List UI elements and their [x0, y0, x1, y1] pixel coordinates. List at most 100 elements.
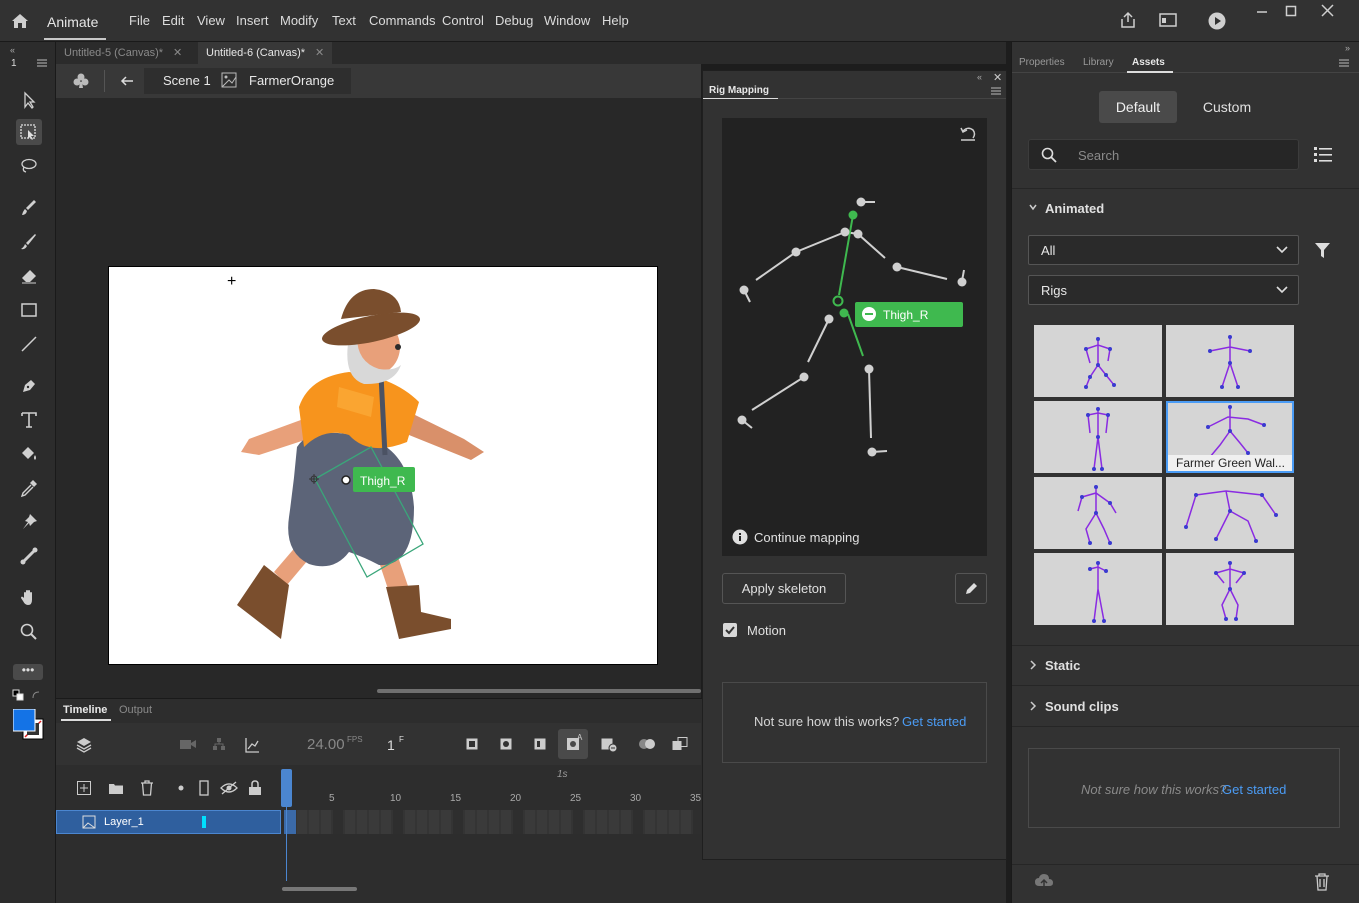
scene-name[interactable]: Scene 1: [163, 73, 211, 88]
frame-grid[interactable]: [284, 810, 701, 834]
lasso-tool-icon[interactable]: [16, 153, 42, 179]
delete-layer-icon[interactable]: [140, 780, 154, 796]
menu-control[interactable]: Control: [442, 13, 484, 28]
minimize-icon[interactable]: [1256, 6, 1268, 18]
rig-thumbnail[interactable]: [1166, 325, 1294, 397]
insert-blank-keyframe-icon[interactable]: [500, 738, 512, 750]
skeleton-preview[interactable]: Thigh_R Continue mapping: [722, 118, 987, 556]
list-view-icon[interactable]: [1314, 146, 1332, 162]
menu-modify[interactable]: Modify: [280, 13, 318, 28]
pen-tool-icon[interactable]: [16, 373, 42, 399]
assets-get-started-link[interactable]: Get started: [1222, 782, 1286, 797]
cloud-upload-icon[interactable]: [1034, 873, 1054, 889]
line-tool-icon[interactable]: [16, 331, 42, 357]
custom-mode-button[interactable]: Custom: [1188, 91, 1266, 123]
toolbar-column-icon[interactable]: 1: [11, 58, 17, 69]
new-layer-icon[interactable]: [77, 781, 91, 795]
apply-skeleton-button[interactable]: Apply skeleton: [722, 573, 846, 604]
rig-thumbnail[interactable]: [1034, 401, 1162, 473]
menu-view[interactable]: View: [197, 13, 225, 28]
delete-asset-icon[interactable]: [1314, 873, 1330, 891]
share-icon[interactable]: [1119, 11, 1137, 29]
scene-clubs-icon[interactable]: [72, 72, 90, 90]
graph-icon[interactable]: [244, 737, 260, 753]
stage[interactable]: + Thigh_R: [108, 266, 658, 665]
skeleton-diagram[interactable]: [722, 118, 987, 556]
hide-layer-icon[interactable]: [220, 781, 238, 795]
menu-insert[interactable]: Insert: [236, 13, 269, 28]
layer-name[interactable]: Layer_1: [104, 816, 144, 828]
collapse-right-panel-icon[interactable]: »: [1345, 43, 1350, 53]
rig-thumbnail[interactable]: [1166, 553, 1294, 625]
doc-tab-untitled-5[interactable]: Untitled-5 (Canvas)* ✕: [56, 42, 190, 64]
paint-bucket-tool-icon[interactable]: [16, 441, 42, 467]
onion-skin-icon[interactable]: [638, 738, 656, 750]
layers-icon[interactable]: [76, 737, 92, 753]
rig-thumbnail[interactable]: [1034, 553, 1162, 625]
layer-color-swatch[interactable]: [202, 816, 206, 828]
sound-clips-section-label[interactable]: Sound clips: [1045, 699, 1119, 714]
right-panel-menu-icon[interactable]: [1339, 59, 1349, 67]
rectangle-tool-icon[interactable]: [16, 297, 42, 323]
text-tool-icon[interactable]: [16, 407, 42, 433]
rig-thumbnail[interactable]: [1166, 477, 1294, 549]
default-colors-icon[interactable]: [12, 689, 24, 701]
tab-timeline[interactable]: Timeline: [63, 704, 107, 716]
rig-mapping-title[interactable]: Rig Mapping: [709, 85, 769, 96]
doc-tab-untitled-6[interactable]: Untitled-6 (Canvas)* ✕: [198, 42, 333, 64]
close-window-icon[interactable]: [1321, 4, 1334, 17]
menu-file[interactable]: File: [129, 13, 150, 28]
layer-row[interactable]: Layer_1: [56, 810, 281, 834]
tab-assets[interactable]: Assets: [1132, 57, 1165, 68]
edit-multiple-frames-icon[interactable]: [672, 737, 688, 751]
fps-value[interactable]: 24.00: [307, 736, 345, 753]
rig-thumbnail-selected[interactable]: Farmer Green Wal...: [1166, 401, 1294, 473]
more-tools-button[interactable]: •••: [13, 664, 43, 680]
insert-keyframe-icon[interactable]: [466, 738, 478, 750]
close-tab-icon[interactable]: ✕: [315, 47, 324, 59]
menu-debug[interactable]: Debug: [495, 13, 533, 28]
test-movie-window-icon[interactable]: [1159, 13, 1177, 27]
tab-properties[interactable]: Properties: [1019, 57, 1065, 68]
camera-icon[interactable]: [179, 738, 197, 750]
category-dropdown[interactable]: All: [1028, 235, 1299, 265]
chevron-right-icon[interactable]: [1029, 701, 1037, 711]
menu-commands[interactable]: Commands: [369, 13, 435, 28]
type-dropdown[interactable]: Rigs: [1028, 275, 1299, 305]
playhead-handle[interactable]: [281, 769, 292, 807]
fill-stroke-color-swatch[interactable]: [13, 709, 45, 741]
close-tab-icon[interactable]: ✕: [173, 47, 182, 59]
asset-warp-tool-icon[interactable]: [16, 509, 42, 535]
chevron-down-icon[interactable]: [1028, 202, 1038, 212]
animated-section-label[interactable]: Animated: [1045, 201, 1104, 216]
symbol-name[interactable]: FarmerOrange: [249, 73, 334, 88]
lock-layer-icon[interactable]: [248, 780, 262, 796]
eraser-tool-icon[interactable]: [16, 263, 42, 289]
play-icon[interactable]: [1208, 12, 1226, 30]
free-transform-tool-icon[interactable]: [16, 119, 42, 145]
motion-checkbox[interactable]: [723, 623, 737, 637]
back-arrow-icon[interactable]: [120, 74, 134, 88]
stage-bone-label[interactable]: Thigh_R: [360, 474, 405, 488]
maximize-icon[interactable]: [1285, 5, 1297, 17]
parenting-icon[interactable]: [212, 737, 226, 751]
stage-horizontal-scrollbar[interactable]: [377, 689, 701, 693]
hand-tool-icon[interactable]: [16, 585, 42, 611]
toolbar-menu-icon[interactable]: [37, 59, 47, 67]
eyedropper-tool-icon[interactable]: [16, 475, 42, 501]
default-mode-button[interactable]: Default: [1099, 91, 1177, 123]
tab-output[interactable]: Output: [119, 704, 152, 716]
selected-bone-label[interactable]: Thigh_R: [883, 308, 928, 322]
highlight-layer-dot-icon[interactable]: [178, 785, 184, 791]
rig-thumbnail[interactable]: [1034, 325, 1162, 397]
clear-keyframe-icon[interactable]: [601, 738, 617, 752]
menu-window[interactable]: Window: [544, 13, 590, 28]
home-icon[interactable]: [10, 11, 30, 31]
panel-menu-icon[interactable]: [991, 87, 1001, 95]
rig-get-started-link[interactable]: Get started: [902, 714, 966, 729]
auto-keyframe-button[interactable]: A: [558, 729, 588, 759]
tab-library[interactable]: Library: [1083, 57, 1114, 68]
bone-tool-icon[interactable]: [16, 543, 42, 569]
filter-icon[interactable]: [1314, 242, 1331, 259]
collapse-toolbar-icon[interactable]: «: [10, 45, 15, 55]
